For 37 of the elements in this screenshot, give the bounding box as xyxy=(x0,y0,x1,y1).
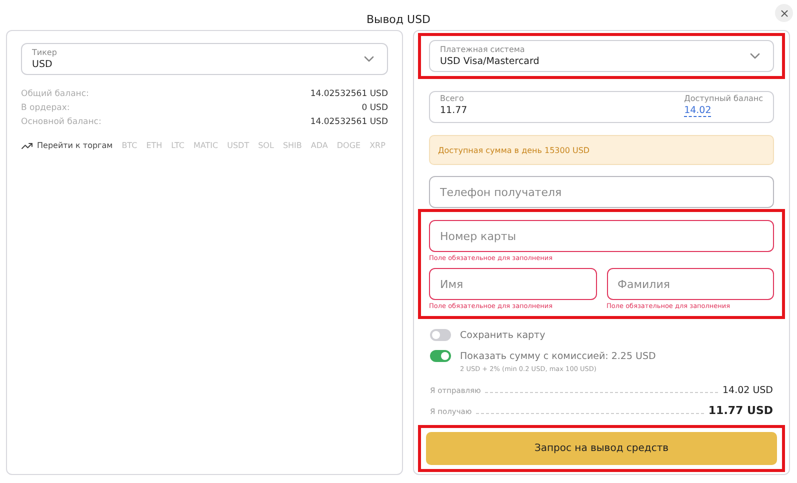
summary-value: 11.77 USD xyxy=(708,404,773,417)
ticker-link[interactable]: USDT xyxy=(227,139,250,153)
ticker-link[interactable]: BTC xyxy=(122,139,138,153)
balance-value: 0 USD xyxy=(362,102,388,115)
toggle-label: Показать сумму с комиссией: 2.25 USD xyxy=(460,350,656,362)
toggle-switch[interactable] xyxy=(430,350,451,362)
submit-button[interactable]: Запрос на вывод средств xyxy=(426,432,777,465)
trade-link[interactable]: Перейти к торгам xyxy=(21,139,113,153)
dialog-title: Вывод USD xyxy=(366,13,431,26)
balance-label: В ордерах: xyxy=(21,102,70,115)
name-field[interactable]: Имя xyxy=(429,268,596,300)
ticker-link[interactable]: SOL xyxy=(258,139,274,153)
phone-field[interactable]: Телефон получателя xyxy=(429,176,774,208)
limit-notice: Доступная сумма в день 15300 USD xyxy=(429,135,774,165)
toggle-label: Сохранить карту xyxy=(460,330,546,340)
ticker-link[interactable]: SHIB xyxy=(282,139,302,153)
balance-link[interactable]: 14.02 xyxy=(684,105,712,117)
ticker-link[interactable]: MATIC xyxy=(194,139,218,153)
balance-label: Основной баланс: xyxy=(21,116,102,129)
balance-value: 14.02532561 USD xyxy=(310,88,388,101)
balance-label: Общий баланс: xyxy=(21,88,89,101)
amount-field[interactable]: Всего 11.77 Доступный баланс 14.02 xyxy=(429,91,774,123)
ticker-link[interactable]: LTC xyxy=(171,139,185,153)
payment-select[interactable]: Платежная система USD Visa/Mastercard xyxy=(429,40,774,72)
toggle-switch[interactable] xyxy=(430,329,451,341)
ticker-select[interactable]: Тикер USD xyxy=(21,43,388,75)
ticker-link[interactable]: XRP xyxy=(370,139,386,153)
trend-icon xyxy=(21,140,33,152)
close-icon xyxy=(778,8,790,18)
balance-value: 14.02532561 USD xyxy=(310,116,388,129)
card-number-field[interactable]: Номер карты xyxy=(429,220,774,252)
ticker-link[interactable]: ETH xyxy=(146,139,162,153)
close-button[interactable] xyxy=(775,4,793,22)
summary-value: 14.02 USD xyxy=(722,385,773,396)
ticker-link[interactable]: ADA xyxy=(310,139,328,153)
name-field[interactable]: Фамилия xyxy=(606,268,774,300)
ticker-link[interactable]: DOGE xyxy=(336,139,361,153)
